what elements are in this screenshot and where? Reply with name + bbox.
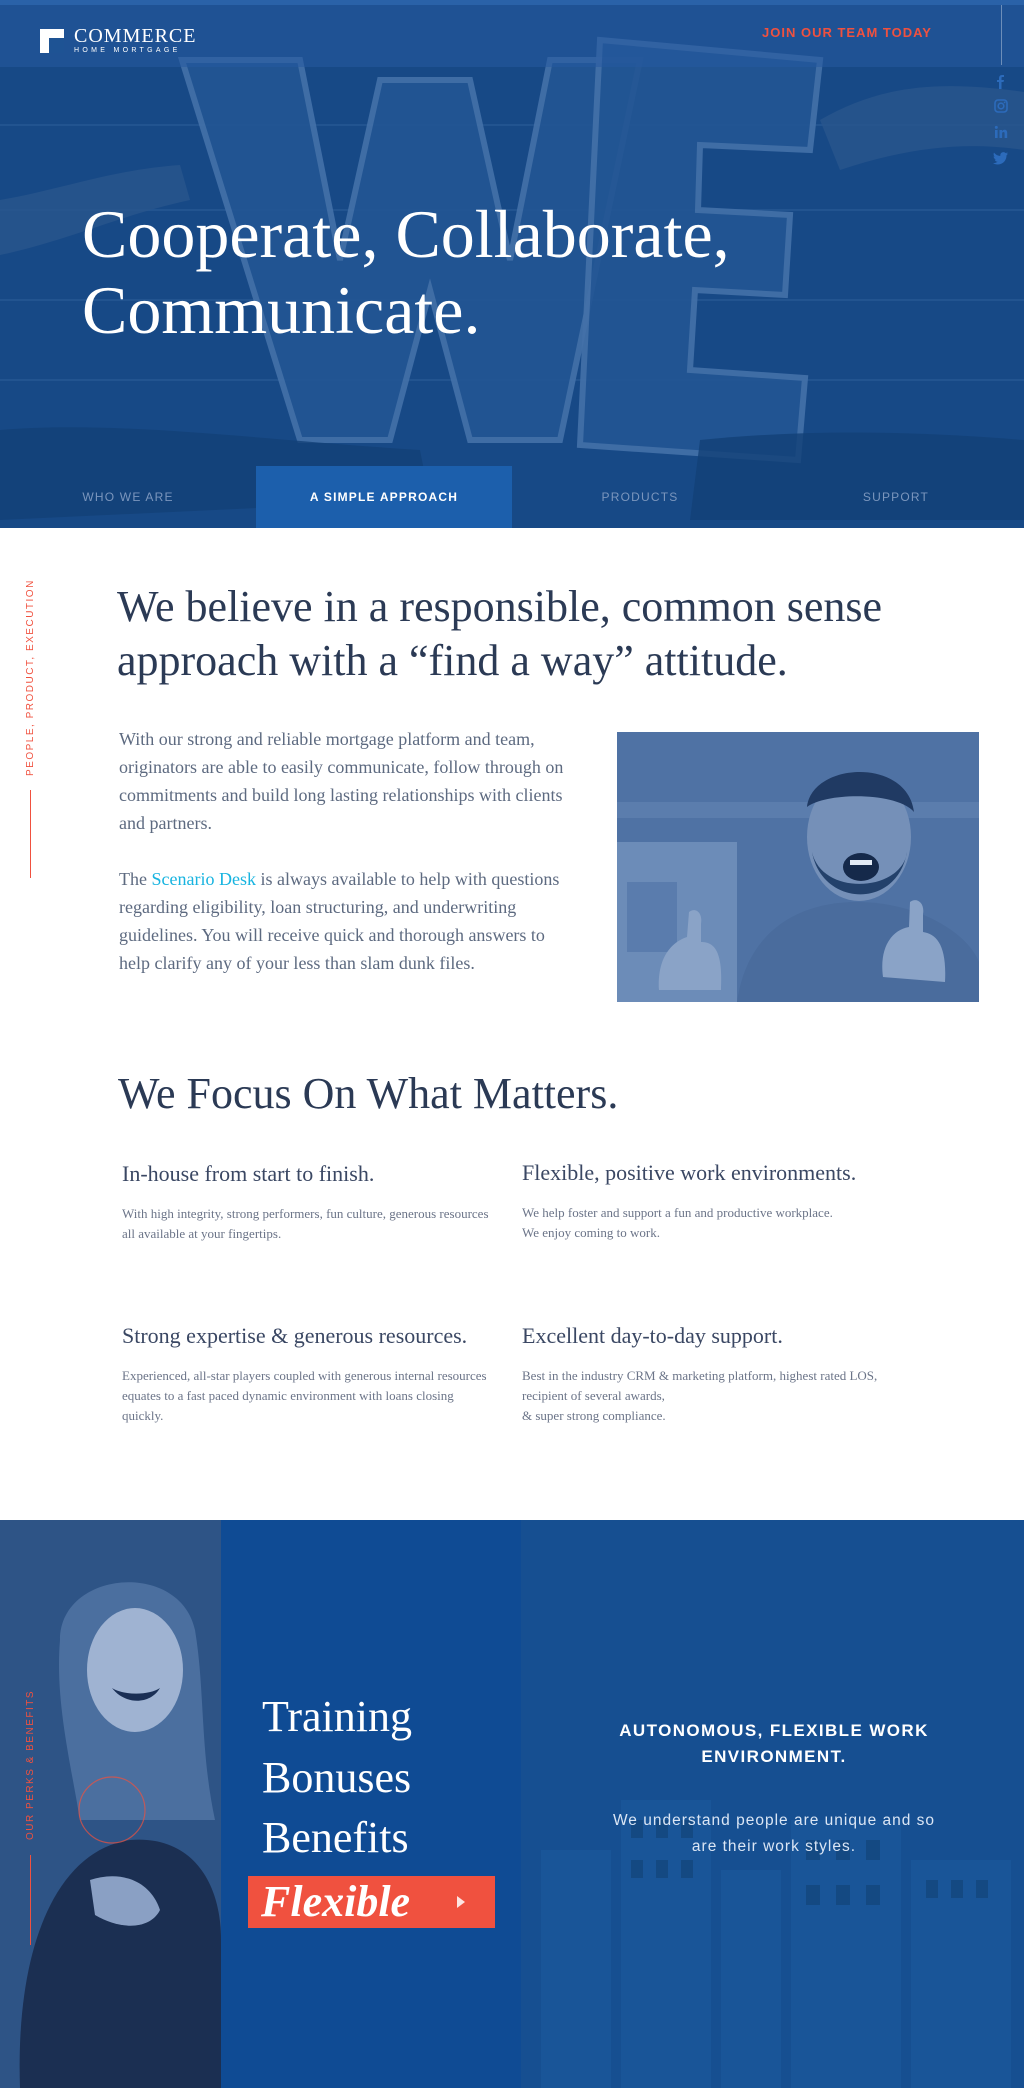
nav-products[interactable]: PRODUCTS <box>512 466 768 528</box>
perks-side-label: OUR PERKS & BENEFITS <box>25 1689 36 1840</box>
flexible-button[interactable]: Flexible <box>248 1876 495 1928</box>
feature-text: We help foster and support a fun and pro… <box>522 1205 833 1240</box>
hero-title: Cooperate, Collaborate, Communicate. <box>82 196 902 348</box>
perks-list-panel <box>221 1520 521 2088</box>
city-buildings-illustration <box>521 1520 1024 2088</box>
feature-text: With high integrity, strong performers, … <box>122 1206 489 1241</box>
linkedin-icon[interactable] <box>993 124 1009 140</box>
excited-man-photo <box>617 732 979 1002</box>
perk-benefits: Benefits <box>262 1813 409 1862</box>
perks-text: We understand people are unique and so a… <box>612 1812 936 1855</box>
logo-mark-icon <box>40 28 64 53</box>
excited-man-illustration <box>617 732 979 1002</box>
section-nav: WHO WE ARE A SIMPLE APPROACH PRODUCTS SU… <box>0 466 1024 528</box>
hero-title-line-2: Communicate. <box>82 272 481 348</box>
scenario-desk-link[interactable]: Scenario Desk <box>151 869 255 889</box>
intro-copy: With our strong and reliable mortgage pl… <box>119 725 579 977</box>
twitter-icon[interactable] <box>993 150 1009 166</box>
social-divider <box>1001 5 1002 65</box>
nav-support[interactable]: SUPPORT <box>768 466 1024 528</box>
feature-flexible-environment: Flexible, positive work environments. We… <box>522 1159 894 1243</box>
logo-text: COMMERCE HOME MORTGAGE <box>74 26 196 55</box>
feature-strong-expertise: Strong expertise & generous resources. E… <box>122 1322 494 1426</box>
nav-simple-approach[interactable]: A SIMPLE APPROACH <box>256 466 512 528</box>
feature-text: Experienced, all-star players coupled wi… <box>122 1368 487 1423</box>
perks-city-panel <box>521 1520 1024 2088</box>
intro-side-line <box>30 790 31 878</box>
logo-name: COMMERCE <box>74 25 197 47</box>
perk-training: Training <box>262 1692 412 1741</box>
intro-paragraph-1: With our strong and reliable mortgage pl… <box>119 729 564 833</box>
flexible-button-label: Flexible <box>261 1877 411 1926</box>
play-arrow-icon <box>457 1896 465 1908</box>
feature-title: Strong expertise & generous resources. <box>122 1323 468 1348</box>
perks-heading: AUTONOMOUS, FLEXIBLE WORK ENVIRONMENT. <box>619 1721 929 1766</box>
intro-side-label: PEOPLE, PRODUCT, EXECUTION <box>25 579 36 776</box>
feature-title: Flexible, positive work environments. <box>522 1160 857 1185</box>
nav-who-we-are[interactable]: WHO WE ARE <box>0 466 256 528</box>
logo[interactable]: COMMERCE HOME MORTGAGE <box>40 26 196 55</box>
join-team-link[interactable]: JOIN OUR TEAM TODAY <box>762 25 932 40</box>
hero-title-line-1: Cooperate, Collaborate, <box>82 196 730 272</box>
feature-in-house: In-house from start to finish. With high… <box>122 1160 494 1244</box>
feature-title: In-house from start to finish. <box>122 1161 375 1186</box>
perks-side-line <box>30 1855 31 1945</box>
perk-bonuses: Bonuses <box>262 1753 412 1802</box>
intro-title: We believe in a responsible, common sens… <box>117 582 883 685</box>
focus-title: We Focus On What Matters. <box>118 1069 619 1118</box>
intro-paragraph-2-start: The <box>119 869 152 889</box>
logo-sub: HOME MORTGAGE <box>74 47 181 54</box>
intro-paragraph-2: The Scenario Desk is always available to… <box>119 865 579 977</box>
perks-section <box>0 1520 1024 2088</box>
feature-title: Excellent day-to-day support. <box>522 1323 783 1348</box>
perks-circle-icon <box>78 1776 146 1844</box>
feature-text: Best in the industry CRM & marketing pla… <box>522 1368 878 1423</box>
feature-daily-support: Excellent day-to-day support. Best in th… <box>522 1322 894 1426</box>
hero-section: COMMERCE HOME MORTGAGE JOIN OUR TEAM TOD… <box>0 0 1024 528</box>
instagram-icon[interactable] <box>993 98 1009 114</box>
facebook-icon[interactable] <box>993 74 1009 90</box>
